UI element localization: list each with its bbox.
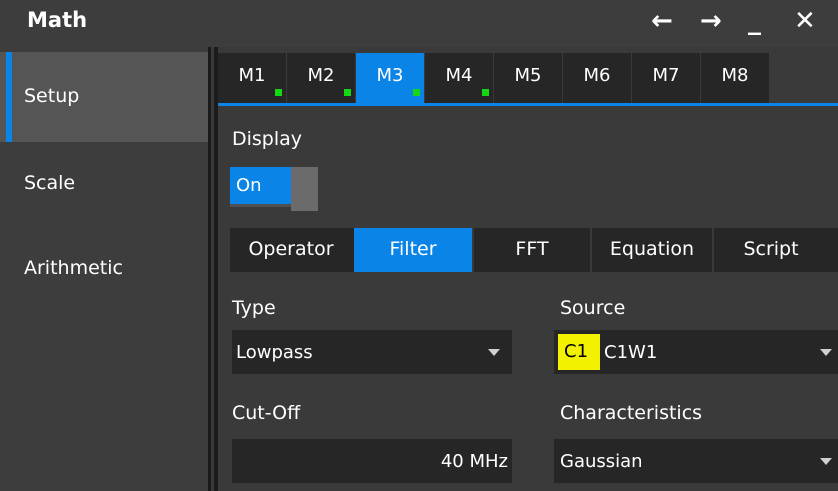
sidebar: Setup Scale Arithmetic [0, 47, 208, 491]
tab-label: M5 [514, 65, 542, 86]
tab-m1[interactable]: M1 [218, 53, 286, 103]
source-value: C1W1 [604, 342, 658, 363]
mode-filter-button[interactable]: Filter [354, 228, 472, 272]
type-label: Type [232, 297, 276, 319]
tab-label: M3 [376, 65, 404, 86]
tab-label: M7 [652, 65, 680, 86]
tab-m7[interactable]: M7 [632, 53, 700, 103]
sidebar-item-label: Arithmetic [24, 257, 123, 279]
active-indicator-icon [482, 89, 489, 96]
minimize-icon[interactable]: _ [748, 6, 761, 36]
cutoff-input[interactable]: 40 MHz [232, 439, 512, 483]
tab-underline [218, 103, 838, 106]
panel-divider [208, 47, 218, 491]
back-arrow-icon[interactable]: ← [651, 6, 673, 36]
active-indicator-icon [344, 89, 351, 96]
mode-equation-button[interactable]: Equation [590, 228, 712, 272]
display-label: Display [232, 128, 303, 150]
active-indicator-icon [413, 89, 420, 96]
forward-arrow-icon[interactable]: → [700, 6, 722, 36]
tab-m5[interactable]: M5 [494, 53, 562, 103]
tab-label: M6 [583, 65, 611, 86]
sidebar-item-scale[interactable]: Scale [0, 139, 208, 229]
mode-operator-button[interactable]: Operator [230, 228, 352, 272]
characteristics-value: Gaussian [560, 451, 643, 472]
tab-m3[interactable]: M3 [356, 53, 424, 103]
tab-label: M8 [721, 65, 749, 86]
cutoff-label: Cut-Off [232, 402, 301, 424]
characteristics-dropdown[interactable]: Gaussian [554, 439, 838, 483]
sidebar-item-label: Scale [24, 172, 76, 194]
tab-label: M1 [238, 65, 266, 86]
mode-fft-button[interactable]: FFT [472, 228, 590, 272]
active-indicator-icon [275, 89, 282, 96]
close-icon[interactable]: ✕ [794, 6, 816, 36]
display-toggle[interactable]: On [230, 167, 318, 211]
tab-label: M4 [445, 65, 473, 86]
mode-script-button[interactable]: Script [712, 228, 828, 272]
tab-m2[interactable]: M2 [287, 53, 355, 103]
tab-label: M2 [307, 65, 335, 86]
display-toggle-value: On [230, 167, 291, 204]
sidebar-item-setup[interactable]: Setup [0, 52, 208, 142]
source-channel-badge: C1 [558, 334, 600, 370]
cutoff-value: 40 MHz [440, 451, 508, 472]
source-dropdown[interactable]: C1 C1W1 [554, 330, 838, 374]
type-value: Lowpass [236, 342, 313, 363]
main-panel: M1 M2 M3 M4 M5 M6 M7 M8 Display On Opera… [218, 47, 838, 491]
characteristics-label: Characteristics [560, 402, 703, 424]
mode-selector: Operator Filter FFT Equation Script [230, 228, 838, 272]
toggle-knob[interactable] [291, 167, 318, 211]
type-dropdown[interactable]: Lowpass [232, 330, 512, 374]
source-label: Source [560, 297, 626, 319]
tab-m6[interactable]: M6 [563, 53, 631, 103]
chevron-down-icon [820, 458, 832, 465]
chevron-down-icon [820, 349, 832, 356]
chevron-down-icon [488, 349, 500, 356]
sidebar-item-label: Setup [24, 85, 80, 107]
window-title: Math [27, 8, 88, 32]
title-bar: Math ← → _ ✕ [0, 0, 838, 47]
sidebar-item-arithmetic[interactable]: Arithmetic [0, 224, 208, 314]
tab-m4[interactable]: M4 [425, 53, 493, 103]
tab-m8[interactable]: M8 [701, 53, 769, 103]
